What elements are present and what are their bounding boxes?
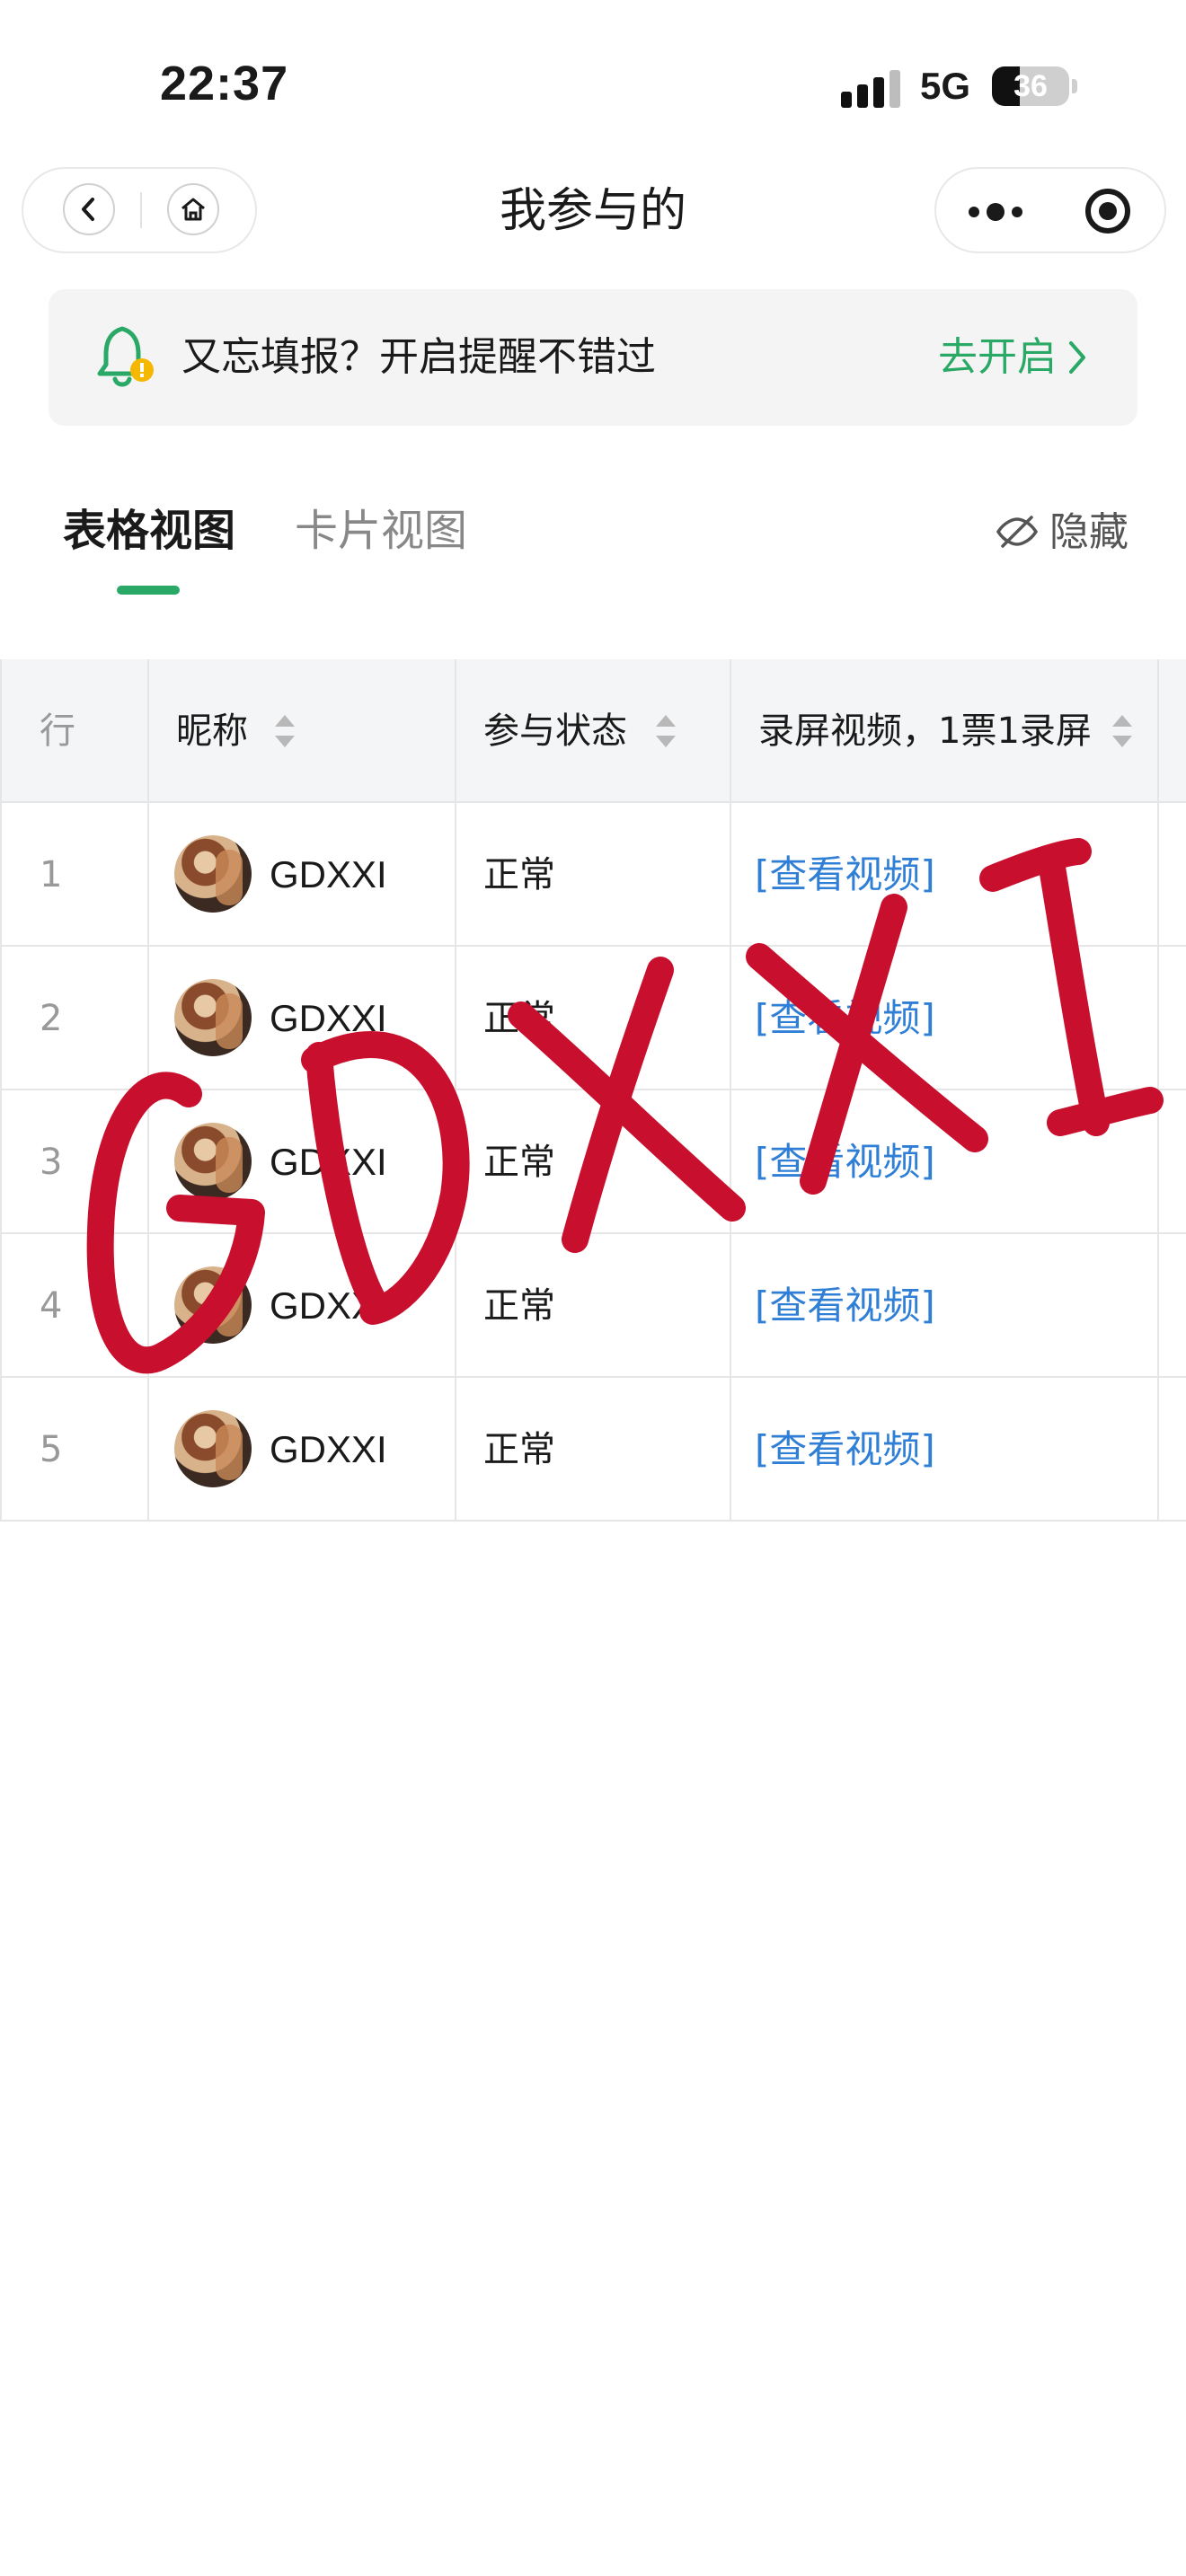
chevron-right-icon: [1069, 341, 1085, 374]
nickname-text: GDXXI: [270, 997, 387, 1039]
hide-toggle[interactable]: 隐藏: [996, 501, 1130, 564]
view-video-link[interactable]: [查看视频]: [755, 844, 935, 905]
status-text: 正常: [483, 1142, 555, 1183]
header-video-label: 录屏视频，1票1录屏: [758, 710, 1092, 752]
row-number-cell: 1: [0, 803, 149, 947]
nickname-text: GDXXI: [270, 1141, 387, 1183]
banner-text: 又忘填报？开启提醒不错过: [181, 334, 656, 380]
header-status-label: 参与状态: [483, 710, 627, 752]
video-cell: [查看视频]: [731, 1234, 1159, 1378]
status-bar: 22:37 5G 36: [0, 0, 1186, 162]
header-cell-status[interactable]: 参与状态: [456, 659, 731, 803]
tab-table-view[interactable]: 表格视图: [63, 499, 235, 562]
status-cell: 正常: [456, 947, 731, 1090]
header-row-label: 行: [40, 710, 75, 752]
avatar: [174, 1266, 252, 1344]
tab-card-view[interactable]: 卡片视图: [295, 499, 467, 562]
status-cell: 正常: [456, 1234, 731, 1378]
overflow-cell: [1159, 947, 1186, 1090]
status-cell: 正常: [456, 803, 731, 947]
bell-icon: [97, 326, 154, 387]
table-header: 行 昵称 参与状态 录屏视频，1票1录屏: [0, 659, 1186, 803]
row-number: 1: [40, 854, 63, 895]
header-cell-overflow: [1159, 659, 1186, 803]
avatar: [174, 979, 252, 1056]
overflow-cell: [1159, 1234, 1186, 1378]
row-number-cell: 5: [0, 1378, 149, 1522]
status-text: 正常: [483, 1429, 555, 1470]
video-cell: [查看视频]: [731, 1378, 1159, 1522]
view-video-link[interactable]: [查看视频]: [755, 1419, 935, 1480]
status-cell: 正常: [456, 1378, 731, 1522]
nickname-text: GDXXI: [270, 1284, 387, 1327]
header-cell-row: 行: [0, 659, 149, 803]
overflow-cell: [1159, 803, 1186, 947]
more-dots-icon[interactable]: [969, 203, 1022, 221]
battery-icon: 36: [992, 66, 1069, 106]
nickname-cell[interactable]: GDXXI: [149, 1378, 456, 1522]
row-number-cell: 3: [0, 1090, 149, 1234]
battery-level: 36: [1013, 69, 1048, 103]
row-number: 4: [40, 1285, 63, 1327]
nickname-cell[interactable]: GDXXI: [149, 947, 456, 1090]
view-video-link[interactable]: [查看视频]: [755, 1132, 935, 1193]
video-cell: [查看视频]: [731, 803, 1159, 947]
network-label: 5G: [920, 65, 971, 107]
view-video-link[interactable]: [查看视频]: [755, 988, 935, 1049]
status-text: 正常: [483, 854, 555, 895]
overflow-cell: [1159, 1378, 1186, 1522]
status-cell: 正常: [456, 1090, 731, 1234]
battery-cap: [1072, 79, 1077, 93]
banner-action-link[interactable]: 去开启: [938, 329, 1057, 386]
row-number-cell: 4: [0, 1234, 149, 1378]
view-video-link[interactable]: [查看视频]: [755, 1275, 935, 1337]
status-text: 正常: [483, 998, 555, 1039]
video-cell: [查看视频]: [731, 947, 1159, 1090]
nickname-cell[interactable]: GDXXI: [149, 1090, 456, 1234]
sort-icon[interactable]: [1112, 715, 1132, 747]
sort-icon[interactable]: [656, 715, 676, 747]
page: 22:37 5G 36 我参与的 又忘填报？开启提醒不错过 去开启 表格视图 卡…: [0, 0, 1186, 2576]
avatar: [174, 1410, 252, 1487]
header-cell-nickname[interactable]: 昵称: [149, 659, 456, 803]
header-cell-video[interactable]: 录屏视频，1票1录屏: [731, 659, 1159, 803]
hide-label: 隐藏: [1049, 509, 1128, 555]
sort-icon[interactable]: [275, 715, 295, 747]
nav-capsule-right: [934, 167, 1166, 253]
row-number: 5: [40, 1429, 63, 1470]
avatar: [174, 835, 252, 913]
nickname-cell[interactable]: GDXXI: [149, 803, 456, 947]
overflow-cell: [1159, 1090, 1186, 1234]
nickname-text: GDXXI: [270, 853, 387, 895]
signal-strength-icon: [841, 68, 900, 108]
row-number: 3: [40, 1142, 63, 1183]
header-nickname-label: 昵称: [176, 710, 248, 752]
nickname-text: GDXXI: [270, 1428, 387, 1470]
video-cell: [查看视频]: [731, 1090, 1159, 1234]
row-number-cell: 2: [0, 947, 149, 1090]
avatar: [174, 1123, 252, 1200]
status-text: 正常: [483, 1285, 555, 1327]
nickname-cell[interactable]: GDXXI: [149, 1234, 456, 1378]
reminder-banner[interactable]: 又忘填报？开启提醒不错过 去开启: [49, 289, 1137, 426]
tab-indicator: [117, 586, 180, 595]
target-icon[interactable]: [1085, 189, 1130, 234]
row-number: 2: [40, 998, 63, 1039]
status-time: 22:37: [160, 57, 289, 110]
eye-off-icon: [996, 516, 1039, 548]
